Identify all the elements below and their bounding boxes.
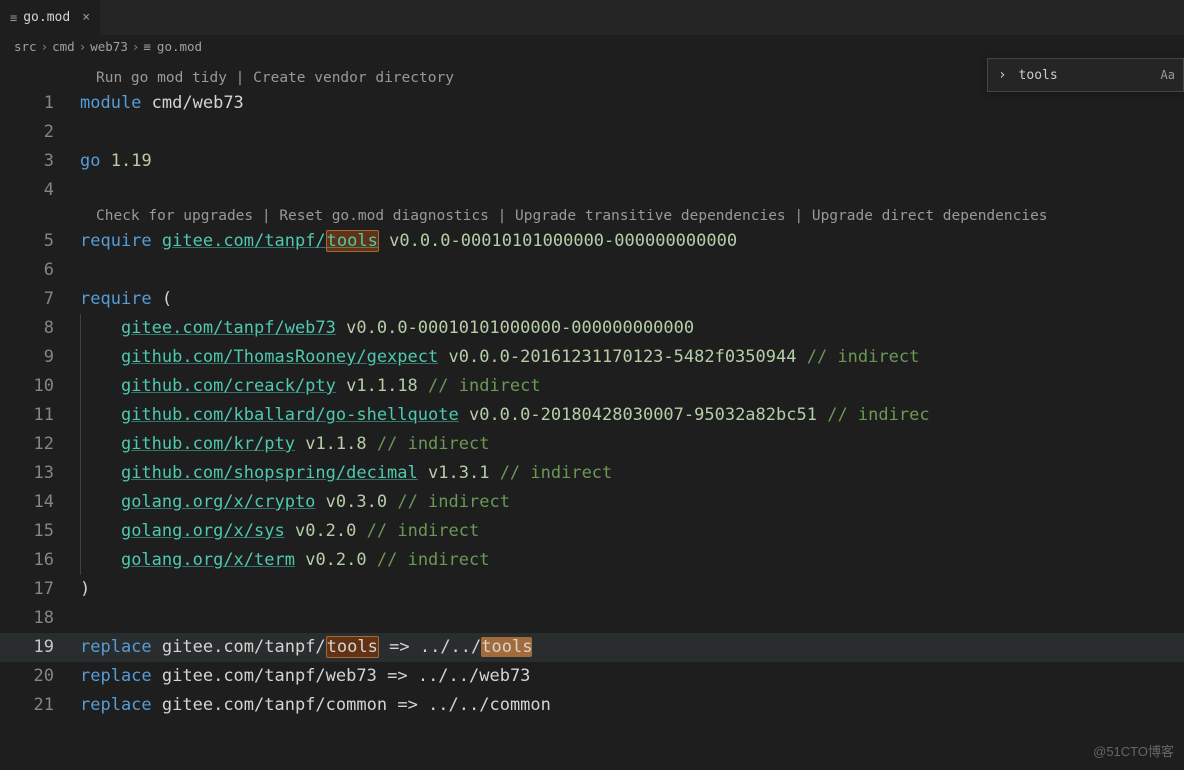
code-line[interactable]: 6 — [0, 256, 1184, 285]
breadcrumb-item[interactable]: src — [14, 39, 37, 54]
code-line[interactable]: 12 github.com/kr/pty v1.1.8 // indirect — [0, 430, 1184, 459]
line-number: 10 — [0, 372, 80, 401]
code-line[interactable]: 20replace gitee.com/tanpf/web73 => ../..… — [0, 662, 1184, 691]
editor[interactable]: Run go mod tidy | Create vendor director… — [0, 57, 1184, 720]
code-line[interactable]: 21replace gitee.com/tanpf/common => ../.… — [0, 691, 1184, 720]
search-match-current: tools — [481, 637, 532, 657]
line-number: 7 — [0, 285, 80, 314]
chevron-right-icon: › — [132, 39, 140, 54]
chevron-right-icon: › — [41, 39, 49, 54]
code-line[interactable]: 11 github.com/kballard/go-shellquote v0.… — [0, 401, 1184, 430]
breadcrumb-item[interactable]: web73 — [90, 39, 128, 54]
line-number: 9 — [0, 343, 80, 372]
code-line[interactable]: 3go 1.19 — [0, 147, 1184, 176]
code-line[interactable]: 1module cmd/web73 — [0, 89, 1184, 118]
line-number: 16 — [0, 546, 80, 575]
breadcrumb-item[interactable]: cmd — [52, 39, 75, 54]
code-line[interactable]: 4 — [0, 176, 1184, 205]
line-number: 18 — [0, 604, 80, 633]
breadcrumb[interactable]: src › cmd › web73 › ≡ go.mod — [0, 35, 1184, 57]
line-number: 13 — [0, 459, 80, 488]
line-number: 19 — [0, 633, 80, 662]
chevron-right-icon: › — [79, 39, 87, 54]
code-line[interactable]: 5require gitee.com/tanpf/tools v0.0.0-00… — [0, 227, 1184, 256]
codelens[interactable]: Check for upgrades | Reset go.mod diagno… — [0, 205, 1184, 227]
file-icon: ≡ — [10, 11, 17, 25]
search-match: tools — [326, 636, 379, 658]
watermark: @51CTO博客 — [1093, 741, 1174, 760]
code-line[interactable]: 17) — [0, 575, 1184, 604]
line-number: 3 — [0, 147, 80, 176]
line-number: 2 — [0, 118, 80, 147]
code-line[interactable]: 9 github.com/ThomasRooney/gexpect v0.0.0… — [0, 343, 1184, 372]
code-line[interactable]: 15 golang.org/x/sys v0.2.0 // indirect — [0, 517, 1184, 546]
code-line[interactable]: 10 github.com/creack/pty v1.1.18 // indi… — [0, 372, 1184, 401]
search-match: tools — [326, 230, 379, 252]
tab-label: go.mod — [23, 10, 70, 25]
line-number: 17 — [0, 575, 80, 604]
close-icon[interactable]: × — [82, 10, 90, 25]
line-number: 1 — [0, 89, 80, 118]
file-icon: ≡ — [143, 39, 151, 54]
code-line[interactable]: 7require ( — [0, 285, 1184, 314]
line-number: 12 — [0, 430, 80, 459]
line-number: 5 — [0, 227, 80, 256]
code-line[interactable]: 14 golang.org/x/crypto v0.3.0 // indirec… — [0, 488, 1184, 517]
line-number: 6 — [0, 256, 80, 285]
code-line[interactable]: 8 gitee.com/tanpf/web73 v0.0.0-000101010… — [0, 314, 1184, 343]
tab-go-mod[interactable]: ≡ go.mod × — [0, 0, 101, 35]
line-number: 8 — [0, 314, 80, 343]
code-line-current[interactable]: 19replace gitee.com/tanpf/tools => ../..… — [0, 633, 1184, 662]
breadcrumb-item[interactable]: go.mod — [157, 39, 202, 54]
code-line[interactable]: 18 — [0, 604, 1184, 633]
line-number: 20 — [0, 662, 80, 691]
line-number: 4 — [0, 176, 80, 205]
line-number: 21 — [0, 691, 80, 720]
line-number: 14 — [0, 488, 80, 517]
code-line[interactable]: 13 github.com/shopspring/decimal v1.3.1 … — [0, 459, 1184, 488]
code-line[interactable]: 16 golang.org/x/term v0.2.0 // indirect — [0, 546, 1184, 575]
line-number: 11 — [0, 401, 80, 430]
tab-bar: ≡ go.mod × — [0, 0, 1184, 35]
line-number: 15 — [0, 517, 80, 546]
code-line[interactable]: 2 — [0, 118, 1184, 147]
codelens[interactable]: Run go mod tidy | Create vendor director… — [0, 67, 1184, 89]
